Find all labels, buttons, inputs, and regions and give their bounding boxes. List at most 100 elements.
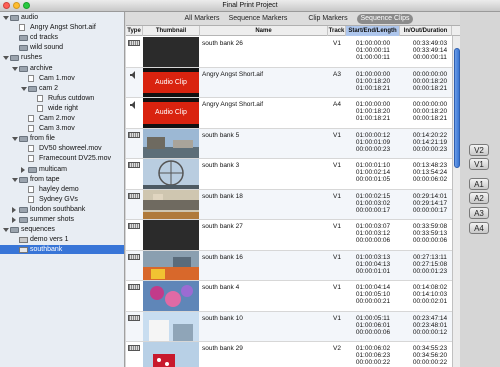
sidebar-item[interactable]: Framecount DV25.mov — [0, 154, 124, 163]
disclosure-open-icon[interactable] — [21, 86, 27, 91]
sidebar-item-label: hayley demo — [39, 185, 79, 193]
video-clip-icon — [128, 131, 140, 138]
clip-thumbnail[interactable] — [143, 250, 199, 280]
column-start-end-length[interactable]: Start/End/Length — [346, 26, 400, 36]
sidebar-item[interactable]: Angry Angst Short.aif — [0, 23, 124, 32]
clip-thumbnail[interactable] — [143, 159, 199, 189]
timecode-length: 00:00:00:06 — [355, 237, 391, 244]
window-title: Final Print Project — [222, 2, 278, 9]
track-button-a1[interactable]: A1 — [469, 178, 489, 190]
table-row[interactable]: south bank 5 V1 01:00:00:12 01:00:01:09 00:0… — [126, 128, 460, 159]
track-button-a4[interactable]: A4 — [469, 222, 489, 234]
clip-thumbnail[interactable] — [143, 37, 199, 67]
sidebar-item[interactable]: hayley demo — [0, 185, 124, 194]
speaker-icon — [130, 70, 137, 79]
timecode-end: 01:00:06:01 — [355, 321, 391, 329]
zoom-window-button[interactable] — [23, 2, 30, 9]
clip-thumbnail[interactable] — [143, 281, 199, 311]
close-window-button[interactable] — [3, 2, 10, 9]
tab-clip-markers[interactable]: Clip Markers — [302, 14, 354, 24]
sidebar-item[interactable]: london southbank — [0, 205, 124, 214]
column-thumbnail[interactable]: Thumbnail — [143, 26, 200, 36]
table-row[interactable]: south bank 27 V1 01:00:03:07 01:00:03:12 00:… — [126, 220, 460, 251]
sidebar-item[interactable]: southbank — [0, 245, 124, 255]
clip-thumbnail[interactable] — [143, 220, 199, 250]
sidebar-item-label: archive — [30, 64, 53, 72]
clip-thumbnail[interactable] — [143, 342, 199, 367]
sidebar-item-label: summer shots — [30, 216, 74, 223]
clip-thumbnail[interactable] — [143, 128, 199, 158]
sidebar-item[interactable]: rushes — [0, 53, 124, 62]
in-out-duration: 00:33:59:08 00:33:59:13 00:00:00:06 — [403, 223, 457, 244]
clip-thumbnail[interactable]: Audio Clip — [143, 98, 199, 128]
disclosure-open-icon[interactable] — [3, 16, 9, 20]
folder-icon — [10, 15, 19, 21]
disclosure-closed-icon[interactable] — [12, 217, 16, 223]
timecode-duration: 00:00:00:22 — [412, 359, 448, 366]
sidebar-item[interactable]: audio — [0, 13, 124, 22]
sidebar-item[interactable]: DV50 showreel.mov — [0, 144, 124, 153]
sidebar-item[interactable]: archive — [0, 64, 124, 73]
sidebar-item[interactable]: wild sound — [0, 43, 124, 52]
sidebar-item[interactable]: cd tracks — [0, 33, 124, 42]
tab-all-markers[interactable]: All Markers — [172, 14, 232, 24]
disclosure-closed-icon[interactable] — [12, 206, 16, 213]
table-row[interactable]: south bank 26 V1 01:00:00:00 01:00:00:11 01:… — [126, 37, 460, 68]
timecode-out: 00:00:18:20 — [412, 108, 448, 115]
timecode-length: 00:00:01:05 — [355, 176, 391, 183]
clip-thumbnail[interactable] — [143, 311, 199, 341]
track-button-v2[interactable]: V2 — [469, 144, 489, 156]
tab-sequence-clips[interactable]: Sequence Clips — [357, 14, 413, 24]
sidebar-item[interactable]: Sydney GVs — [0, 195, 124, 204]
sidebar-item[interactable]: Cam 1.mov — [0, 74, 124, 83]
sidebar-item-label: Cam 3.mov — [39, 125, 75, 133]
table-row[interactable]: Audio Clip Angry Angst Short.aif A4 01:00:0… — [126, 98, 460, 129]
column-name[interactable]: Name — [200, 26, 328, 36]
column-track[interactable]: Track — [328, 26, 346, 36]
sidebar-item[interactable]: from file — [0, 134, 124, 143]
sidebar-item[interactable]: summer shots — [0, 215, 124, 224]
sidebar-item[interactable]: cam 2 — [0, 84, 124, 93]
column-in-out-duration[interactable]: In/Out/Duration — [400, 26, 452, 36]
sidebar-item[interactable]: multicam — [0, 165, 124, 174]
table-row[interactable]: south bank 10 V1 01:00:05:11 01:00:06:01 00:… — [126, 311, 460, 342]
clip-thumbnail[interactable]: Audio Clip — [143, 67, 199, 97]
disclosure-closed-icon[interactable] — [21, 166, 25, 173]
sidebar-item[interactable]: sequences — [0, 225, 124, 234]
track-button-a3[interactable]: A3 — [469, 207, 489, 219]
sidebar-item[interactable]: Cam 2.mov — [0, 114, 124, 123]
timecode-length: 00:00:00:06 — [355, 328, 391, 336]
table-row[interactable]: south bank 18 V1 01:00:02:15 01:00:03:02 00:… — [126, 189, 460, 220]
clip-thumbnail[interactable] — [143, 189, 199, 219]
sidebar-item[interactable]: from tape — [0, 175, 124, 184]
table-row[interactable]: south bank 29 V2 01:00:06:02 01:00:06:23 00:… — [126, 342, 460, 367]
sidebar-item[interactable]: wide right — [0, 104, 124, 113]
table-row[interactable]: south bank 16 V1 01:00:03:13 01:00:04:13 00:… — [126, 250, 460, 281]
column-type[interactable]: Type — [126, 26, 143, 36]
start-end-length: 01:00:03:07 01:00:03:12 00:00:00:06 — [348, 223, 398, 244]
table-row[interactable]: south bank 3 V1 01:00:01:10 01:00:02:14 00:0… — [126, 159, 460, 190]
timecode-in: 00:34:55:23 — [412, 345, 448, 352]
sidebar-item[interactable]: Rufus cutdown — [0, 94, 124, 103]
in-out-duration: 00:14:08:02 00:14:10:03 00:00:02:01 — [403, 284, 457, 305]
disclosure-open-icon[interactable] — [12, 66, 18, 71]
table-row[interactable]: south bank 4 V1 01:00:04:14 01:00:05:10 00:0… — [126, 281, 460, 312]
timecode-length: 00:00:00:21 — [355, 298, 391, 305]
vertical-scrollbar[interactable] — [452, 36, 460, 367]
disclosure-open-icon[interactable] — [3, 56, 9, 61]
sidebar-item[interactable]: demo vers 1 — [0, 235, 124, 244]
video-clip-icon — [128, 223, 140, 229]
minimize-window-button[interactable] — [13, 2, 20, 9]
sidebar-item-label: demo vers 1 — [30, 236, 69, 244]
track-button-a2[interactable]: A2 — [469, 192, 489, 204]
disclosure-open-icon[interactable] — [12, 177, 18, 182]
disclosure-open-icon[interactable] — [12, 137, 18, 142]
scrollbar-thumb[interactable] — [454, 48, 460, 168]
tab-sequence-markers[interactable]: Sequence Markers — [226, 14, 290, 24]
sidebar-item[interactable]: Cam 3.mov — [0, 124, 124, 133]
disclosure-open-icon[interactable] — [3, 228, 9, 233]
track-button-v1[interactable]: V1 — [469, 158, 489, 170]
table-row[interactable]: Audio Clip Angry Angst Short.aif A3 01:00:0… — [126, 67, 460, 98]
start-end-length: 01:00:01:10 01:00:02:14 00:00:01:05 — [348, 162, 398, 183]
start-end-length: 01:00:02:15 01:00:03:02 00:00:00:17 — [348, 193, 398, 214]
